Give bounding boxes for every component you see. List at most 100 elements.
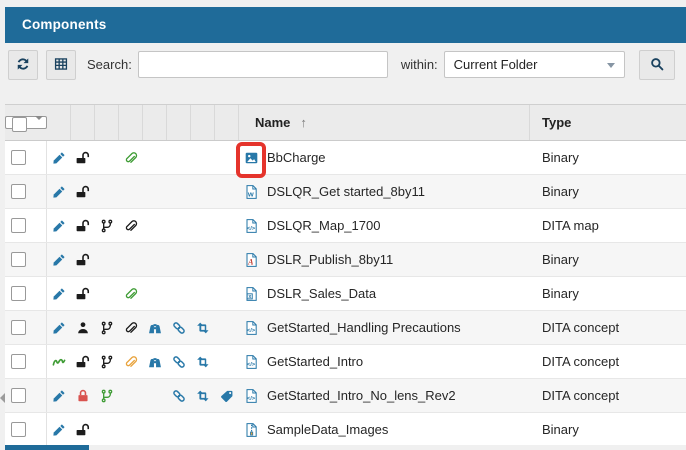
- branch-green-icon[interactable]: [95, 379, 119, 412]
- svg-text:x: x: [248, 294, 251, 300]
- empty-icon-slot: [143, 209, 167, 242]
- pencil-icon[interactable]: [47, 311, 71, 344]
- row-status-icons: [47, 243, 239, 276]
- empty-icon-slot: [95, 413, 119, 445]
- empty-icon-slot: [191, 209, 215, 242]
- paperclip-green-icon[interactable]: [119, 277, 143, 310]
- empty-icon-slot: [215, 311, 239, 344]
- unlock-icon[interactable]: [71, 413, 95, 445]
- component-name[interactable]: GetStarted_Intro_No_lens_Rev2: [267, 388, 456, 403]
- table-row[interactable]: SampleData_ImagesBinary: [5, 413, 686, 445]
- component-name[interactable]: GetStarted_Handling Precautions: [267, 320, 461, 335]
- table-row[interactable]: </>GetStarted_Intro_No_lens_Rev2DITA con…: [5, 379, 686, 413]
- table-row[interactable]: x DSLR_Sales_Data Binary: [5, 277, 686, 311]
- link-icon[interactable]: [167, 345, 191, 378]
- component-name[interactable]: DSLQR_Map_1700: [267, 218, 380, 233]
- within-folder-dropdown[interactable]: Current Folder: [444, 51, 625, 78]
- pencil-icon[interactable]: [47, 175, 71, 208]
- row-checkbox[interactable]: [11, 150, 26, 165]
- empty-icon-slot: [191, 277, 215, 310]
- pencil-icon[interactable]: [47, 379, 71, 412]
- row-status-icons: [47, 175, 239, 208]
- panel-collapse-handle[interactable]: [0, 390, 6, 406]
- pencil-icon[interactable]: [47, 277, 71, 310]
- row-checkbox[interactable]: [11, 388, 26, 403]
- type-column-header[interactable]: Type: [530, 105, 686, 140]
- table-header-row: Name ↑ Type: [5, 104, 686, 141]
- row-checkbox[interactable]: [11, 184, 26, 199]
- annotation-highlight-box: [236, 142, 266, 178]
- pencil-icon[interactable]: [47, 413, 71, 445]
- row-checkbox[interactable]: [11, 422, 26, 437]
- pencil-icon[interactable]: [47, 141, 71, 174]
- component-name[interactable]: DSLQR_Get started_8by11: [267, 184, 425, 199]
- row-checkbox[interactable]: [11, 354, 26, 369]
- empty-icon-slot: [167, 243, 191, 276]
- table-row[interactable]: </>GetStarted_IntroDITA concept: [5, 345, 686, 379]
- paperclip-dark-icon[interactable]: [119, 209, 143, 242]
- selection-menu-caret-icon[interactable]: [35, 116, 43, 135]
- row-checkbox[interactable]: [11, 320, 26, 335]
- user-icon[interactable]: [71, 311, 95, 344]
- empty-icon-slot: [215, 243, 239, 276]
- pencil-icon[interactable]: [47, 209, 71, 242]
- paperclip-green-icon[interactable]: [119, 141, 143, 174]
- unlock-icon[interactable]: [71, 243, 95, 276]
- component-name-cell: wDSLQR_Get started_8by11: [239, 175, 530, 208]
- grid-view-button[interactable]: [46, 50, 76, 80]
- unlock-icon[interactable]: [71, 277, 95, 310]
- select-all-checkbox[interactable]: [12, 117, 27, 132]
- empty-icon-slot: [143, 277, 167, 310]
- name-column-header[interactable]: Name ↑: [239, 105, 530, 140]
- branch-dark-icon[interactable]: [95, 345, 119, 378]
- link-icon[interactable]: [167, 311, 191, 344]
- component-name[interactable]: DSLR_Sales_Data: [267, 286, 376, 301]
- empty-icon-slot: [191, 175, 215, 208]
- branch-dark-icon[interactable]: [95, 311, 119, 344]
- excel-file-icon: x: [243, 286, 259, 302]
- empty-icon-slot: [95, 277, 119, 310]
- squiggle-green-icon[interactable]: [47, 345, 71, 378]
- svg-text:</>: </>: [246, 225, 255, 231]
- search-input[interactable]: [138, 51, 388, 78]
- pencil-icon[interactable]: [47, 243, 71, 276]
- paperclip-dark-icon[interactable]: [119, 311, 143, 344]
- component-name[interactable]: GetStarted_Intro: [267, 354, 363, 369]
- row-checkbox[interactable]: [11, 252, 26, 267]
- loop-icon[interactable]: [191, 311, 215, 344]
- unlock-icon[interactable]: [71, 345, 95, 378]
- tag-icon[interactable]: [215, 379, 239, 412]
- loop-icon[interactable]: [191, 345, 215, 378]
- table-row[interactable]: BbChargeBinary: [5, 141, 686, 175]
- component-name[interactable]: SampleData_Images: [267, 422, 388, 437]
- unlock-icon[interactable]: [71, 209, 95, 242]
- search-go-button[interactable]: [639, 50, 675, 80]
- table-row[interactable]: </>GetStarted_Handling PrecautionsDITA c…: [5, 311, 686, 345]
- table-row[interactable]: ADSLR_Publish_8by11Binary: [5, 243, 686, 277]
- unlock-icon[interactable]: [71, 141, 95, 174]
- row-checkbox[interactable]: [11, 218, 26, 233]
- row-checkbox[interactable]: [11, 286, 26, 301]
- refresh-button[interactable]: [8, 50, 38, 80]
- unlock-icon[interactable]: [71, 175, 95, 208]
- binoculars-icon[interactable]: [143, 345, 167, 378]
- component-type: DITA concept: [530, 345, 686, 378]
- empty-icon-slot: [143, 413, 167, 445]
- link-icon[interactable]: [167, 379, 191, 412]
- loop-icon[interactable]: [191, 379, 215, 412]
- empty-icon-slot: [167, 141, 191, 174]
- table-row[interactable]: </>DSLQR_Map_1700DITA map: [5, 209, 686, 243]
- component-name[interactable]: BbCharge: [267, 150, 326, 165]
- paperclip-orange-icon[interactable]: [119, 345, 143, 378]
- component-type: Binary: [530, 277, 686, 310]
- table-row[interactable]: wDSLQR_Get started_8by11Binary: [5, 175, 686, 209]
- component-name[interactable]: DSLR_Publish_8by11: [267, 252, 393, 267]
- component-type: DITA concept: [530, 379, 686, 412]
- binoculars-icon[interactable]: [143, 311, 167, 344]
- panel-header: Components: [5, 7, 686, 43]
- empty-icon-slot: [143, 141, 167, 174]
- empty-icon-slot: [167, 413, 191, 445]
- empty-icon-slot: [215, 277, 239, 310]
- lock-red-icon[interactable]: [71, 379, 95, 412]
- branch-dark-icon[interactable]: [95, 209, 119, 242]
